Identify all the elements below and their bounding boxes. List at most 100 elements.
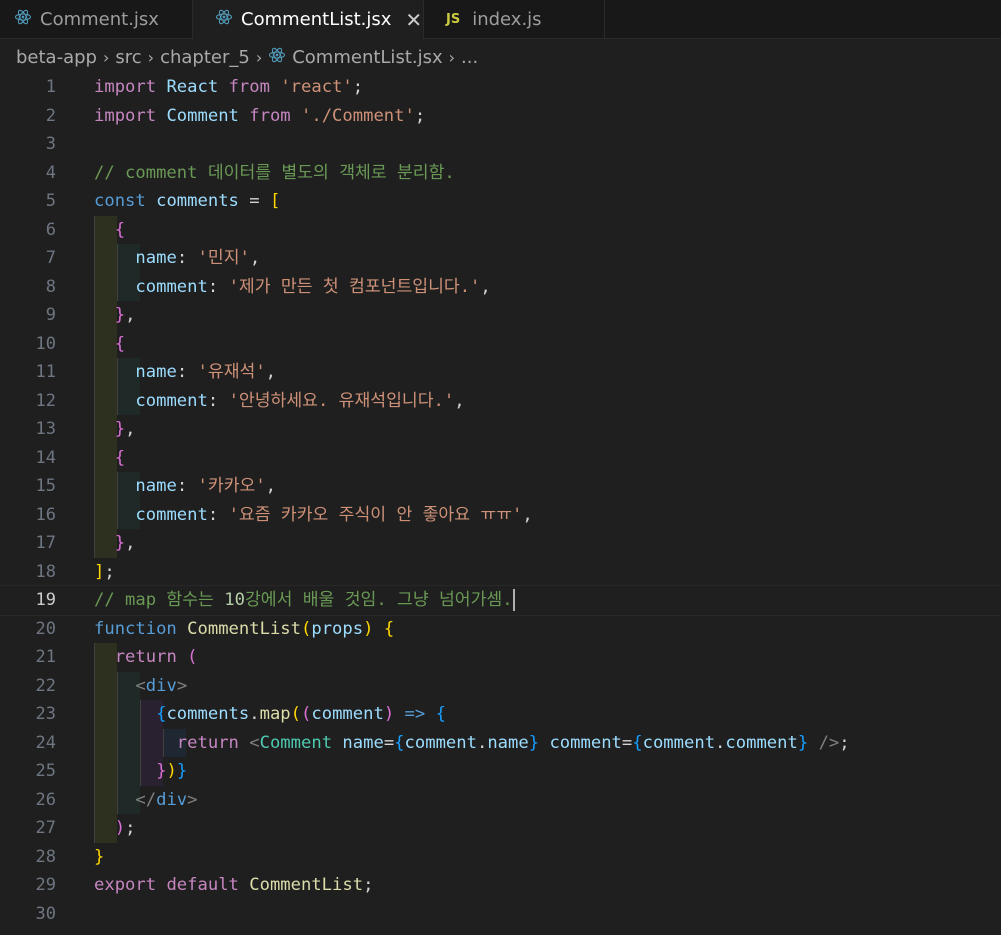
code-line[interactable]: 24 return <Comment name={comment.name} c…: [0, 728, 1001, 757]
tab-label: CommentList.jsx: [241, 9, 392, 30]
line-number: 17: [35, 533, 56, 553]
code-text: import React from 'react';: [94, 77, 364, 97]
line-number: 24: [35, 732, 56, 753]
code-text: })}: [156, 761, 188, 781]
code-line[interactable]: 19 // map 함수는 10강에서 배울 것임. 그냥 넘어가셈.: [0, 585, 1001, 616]
breadcrumb-item[interactable]: src: [115, 47, 141, 68]
code-text: comment: '제가 만든 첫 컴포넌트입니다.',: [135, 276, 491, 297]
line-number: 30: [35, 903, 56, 924]
line-number: 1: [45, 77, 56, 97]
code-line[interactable]: 15 name: '카카오',: [0, 472, 1001, 501]
code-text: }: [94, 846, 105, 867]
tab-commentlist-jsx[interactable]: CommentList.jsx ✕: [193, 0, 424, 39]
line-number: 28: [35, 846, 56, 867]
code-line[interactable]: 21 return (: [0, 643, 1001, 672]
code-text: );: [114, 818, 136, 838]
code-text: // map 함수는 10강에서 배울 것임. 그냥 넘어가셈.: [94, 589, 515, 611]
breadcrumb-item[interactable]: beta-app: [16, 47, 97, 68]
code-line[interactable]: 20 function CommentList(props) {: [0, 615, 1001, 644]
code-text: {: [114, 219, 126, 240]
code-text: comment: '안녕하세요. 유재석입니다.',: [135, 390, 465, 411]
code-line[interactable]: 6 {: [0, 215, 1001, 244]
line-number: 20: [35, 618, 56, 639]
code-line[interactable]: 27 );: [0, 814, 1001, 843]
code-text: return (: [114, 647, 198, 667]
code-text: const comments = [: [94, 191, 281, 211]
line-number: 9: [45, 305, 56, 325]
code-line[interactable]: 17 },: [0, 529, 1001, 558]
text-cursor: [512, 589, 515, 611]
line-number: 19: [35, 590, 56, 610]
code-text: {comments.map((comment) => {: [156, 704, 446, 724]
react-icon: [215, 8, 233, 31]
code-line[interactable]: 5 const comments = [: [0, 187, 1001, 216]
line-number: 21: [35, 647, 56, 667]
code-line[interactable]: 3: [0, 130, 1001, 159]
line-number: 27: [35, 818, 56, 838]
code-line[interactable]: 1 import React from 'react';: [0, 73, 1001, 102]
code-line[interactable]: 13 },: [0, 415, 1001, 444]
line-number: 29: [35, 875, 56, 895]
chevron-right-icon: ›: [255, 47, 263, 67]
code-text: },: [114, 305, 136, 325]
code-text: name: '카카오',: [135, 476, 277, 496]
code-line[interactable]: 18];: [0, 558, 1001, 587]
code-line[interactable]: 2 import Comment from './Comment';: [0, 102, 1001, 131]
line-number: 5: [45, 191, 56, 211]
code-text: name: '유재석',: [135, 362, 277, 382]
code-line[interactable]: 14 {: [0, 443, 1001, 472]
tab-comment-jsx[interactable]: Comment.jsx: [0, 0, 193, 38]
close-icon[interactable]: ✕: [405, 8, 422, 32]
code-line[interactable]: 9 },: [0, 301, 1001, 330]
chevron-right-icon: ›: [147, 47, 155, 67]
code-line[interactable]: 7 name: '민지',: [0, 244, 1001, 273]
line-number: 8: [45, 276, 56, 297]
code-text: // comment 데이터를 별도의 객체로 분리함.: [94, 162, 455, 183]
code-text: comment: '요즘 카카오 주식이 안 좋아요 ㅠㅠ',: [135, 504, 533, 525]
line-number: 3: [45, 134, 56, 154]
line-number: 4: [45, 162, 56, 183]
code-text: <div>: [135, 675, 188, 696]
code-text: },: [114, 533, 136, 553]
code-line[interactable]: 26 </div>: [0, 785, 1001, 814]
code-line[interactable]: 10 {: [0, 329, 1001, 358]
tab-index-js[interactable]: JS index.js: [424, 0, 605, 38]
code-line[interactable]: 8 comment: '제가 만든 첫 컴포넌트입니다.',: [0, 272, 1001, 301]
line-number: 12: [35, 390, 56, 411]
js-icon: JS: [446, 11, 461, 27]
code-line[interactable]: 25 })}: [0, 757, 1001, 786]
code-line[interactable]: 28}: [0, 843, 1001, 872]
code-text: import Comment from './Comment';: [94, 105, 426, 126]
code-text: name: '민지',: [135, 248, 261, 268]
code-text: </div>: [135, 789, 198, 810]
line-number: 22: [35, 675, 56, 696]
code-line[interactable]: 12 comment: '안녕하세요. 유재석입니다.',: [0, 386, 1001, 415]
chevron-right-icon: ›: [102, 47, 110, 67]
react-icon: [268, 46, 286, 69]
code-line[interactable]: 29 export default CommentList;: [0, 871, 1001, 900]
line-number: 11: [35, 362, 56, 382]
line-number: 7: [45, 248, 56, 268]
code-line[interactable]: 16 comment: '요즘 카카오 주식이 안 좋아요 ㅠㅠ',: [0, 500, 1001, 529]
line-number: 18: [35, 561, 56, 582]
breadcrumb-item[interactable]: CommentList.jsx: [292, 47, 442, 68]
line-number: 14: [35, 447, 56, 468]
code-line[interactable]: 22 <div>: [0, 671, 1001, 700]
code-text: },: [114, 419, 136, 439]
line-number: 6: [45, 219, 56, 240]
tab-label: index.js: [472, 8, 542, 30]
code-line[interactable]: 11 name: '유재석',: [0, 358, 1001, 387]
code-line[interactable]: 23 {comments.map((comment) => {: [0, 700, 1001, 729]
line-number: 10: [35, 333, 56, 354]
line-number: 23: [35, 704, 56, 724]
tab-label: Comment.jsx: [40, 8, 159, 30]
code-line[interactable]: 30: [0, 900, 1001, 929]
code-text: return <Comment name={comment.name} comm…: [176, 732, 850, 753]
line-number: 13: [35, 419, 56, 439]
breadcrumb-item[interactable]: ...: [461, 47, 478, 68]
line-number: 26: [35, 789, 56, 810]
tab-bar: Comment.jsx CommentList.jsx ✕ JS index.j…: [0, 0, 1001, 39]
breadcrumb-item[interactable]: chapter_5: [160, 47, 250, 68]
code-line[interactable]: 4 // comment 데이터를 별도의 객체로 분리함.: [0, 159, 1001, 188]
code-text: ];: [94, 561, 115, 582]
